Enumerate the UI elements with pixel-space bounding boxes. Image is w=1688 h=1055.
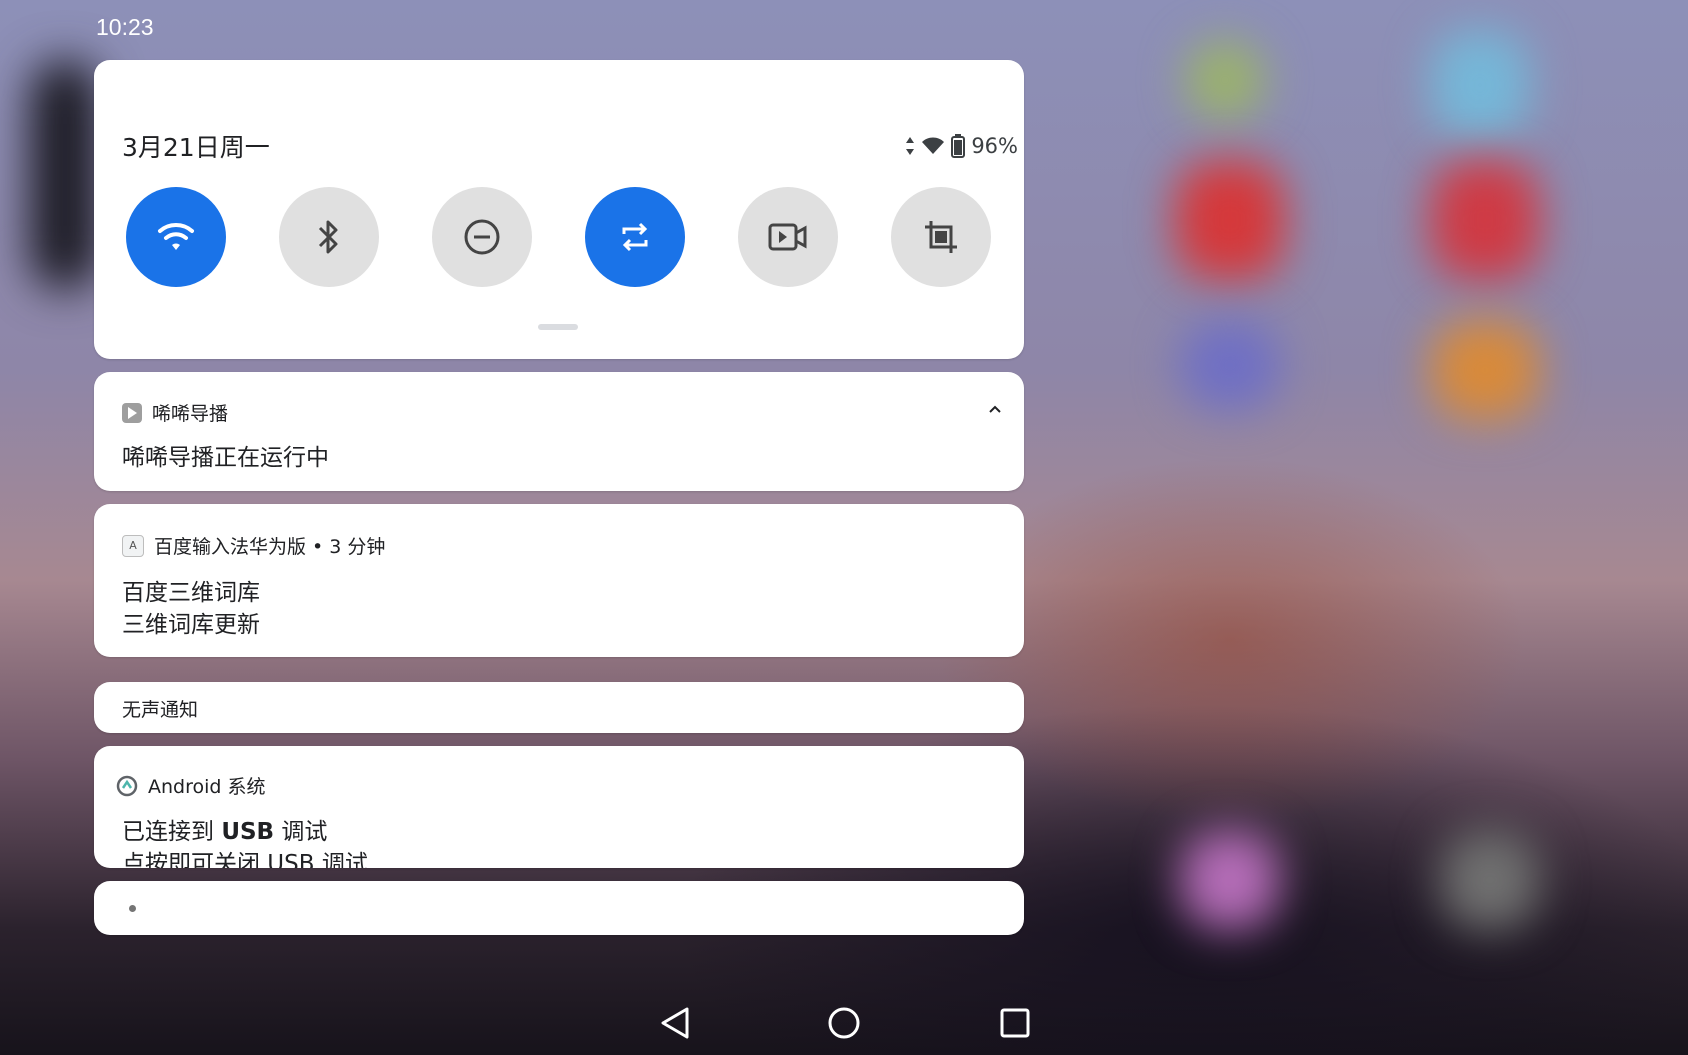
notification-card[interactable]: 唏唏导播 唏唏导播正在运行中 <box>94 372 1024 491</box>
battery-icon <box>951 134 966 158</box>
notification-card[interactable]: Android 系统 已连接到 USB 调试 点按即可关闭 USB 调试 <box>94 746 1024 868</box>
auto-rotate-tile[interactable] <box>585 187 685 287</box>
system-status-icons: 96% <box>905 134 1018 158</box>
chevron-up-icon[interactable] <box>988 404 1002 414</box>
blurred-app-icon <box>1185 40 1265 120</box>
status-bar-clock: 10:23 <box>96 14 154 40</box>
blurred-app-icon <box>1430 30 1530 140</box>
quick-settings-panel: 3月21日周一 96% <box>94 60 1024 359</box>
back-button[interactable] <box>650 998 700 1048</box>
play-app-icon <box>122 402 142 423</box>
notification-app-name: 唏唏导播 <box>152 403 229 425</box>
blurred-app-icon <box>1440 830 1540 930</box>
recents-icon <box>1000 1008 1030 1038</box>
do-not-disturb-tile[interactable] <box>432 187 532 287</box>
drag-handle[interactable] <box>538 324 578 330</box>
silent-section-label: 无声通知 <box>122 699 199 721</box>
notification-title: 已连接到 USB 调试 <box>122 812 327 846</box>
wifi-status-icon <box>922 137 945 154</box>
wallpaper-shape <box>30 60 100 290</box>
notification-text: 点按即可关闭 USB 调试 <box>122 851 368 868</box>
screenshot-crop-icon <box>925 221 957 253</box>
battery-percentage: 96% <box>971 134 1018 158</box>
overflow-dot-icon <box>129 905 136 912</box>
title-suffix: 调试 <box>274 819 328 845</box>
blurred-app-icon <box>1180 830 1280 930</box>
date-label: 3月21日周一 <box>122 133 270 162</box>
notification-header: A 百度输入法华为版 • 3 分钟 <box>122 532 385 559</box>
notification-card[interactable]: A 百度输入法华为版 • 3 分钟 百度三维词库 三维词库更新 <box>94 504 1024 657</box>
notification-text: 唏唏导播正在运行中 <box>122 445 329 471</box>
android-system-icon <box>116 775 138 796</box>
screen-record-tile[interactable] <box>738 187 838 287</box>
quick-settings-tiles <box>126 187 991 287</box>
wifi-tile[interactable] <box>126 187 226 287</box>
blurred-app-icon <box>1430 320 1540 420</box>
bluetooth-tile[interactable] <box>279 187 379 287</box>
blurred-app-icon <box>1175 160 1285 280</box>
wifi-icon <box>158 223 194 250</box>
notification-text: 三维词库更新 <box>122 612 260 638</box>
do-not-disturb-icon <box>464 219 500 255</box>
notification-title: 百度三维词库 <box>122 580 260 606</box>
navigation-bar <box>0 990 1688 1055</box>
home-button[interactable] <box>819 998 869 1048</box>
recents-button[interactable] <box>990 998 1040 1048</box>
keyboard-app-icon: A <box>122 534 144 557</box>
screen-record-icon <box>768 223 807 251</box>
notification-header: 唏唏导播 <box>122 399 228 426</box>
title-prefix: 已连接到 <box>122 819 222 845</box>
home-icon <box>828 1007 860 1039</box>
notification-overflow-card[interactable] <box>94 881 1024 935</box>
bluetooth-icon <box>318 220 338 254</box>
blurred-app-icon <box>1180 320 1280 410</box>
title-bold: USB <box>221 819 275 845</box>
silent-notifications-header: 无声通知 <box>94 682 1024 733</box>
auto-rotate-icon <box>622 222 648 252</box>
notification-app-name: Android 系统 <box>148 776 266 798</box>
back-icon <box>661 1007 689 1039</box>
notification-app-name: 百度输入法华为版 • 3 分钟 <box>154 536 386 558</box>
data-activity-icon <box>906 137 915 155</box>
blurred-app-icon <box>1430 160 1540 280</box>
screenshot-tile[interactable] <box>891 187 991 287</box>
notification-header: Android 系统 <box>116 772 266 799</box>
